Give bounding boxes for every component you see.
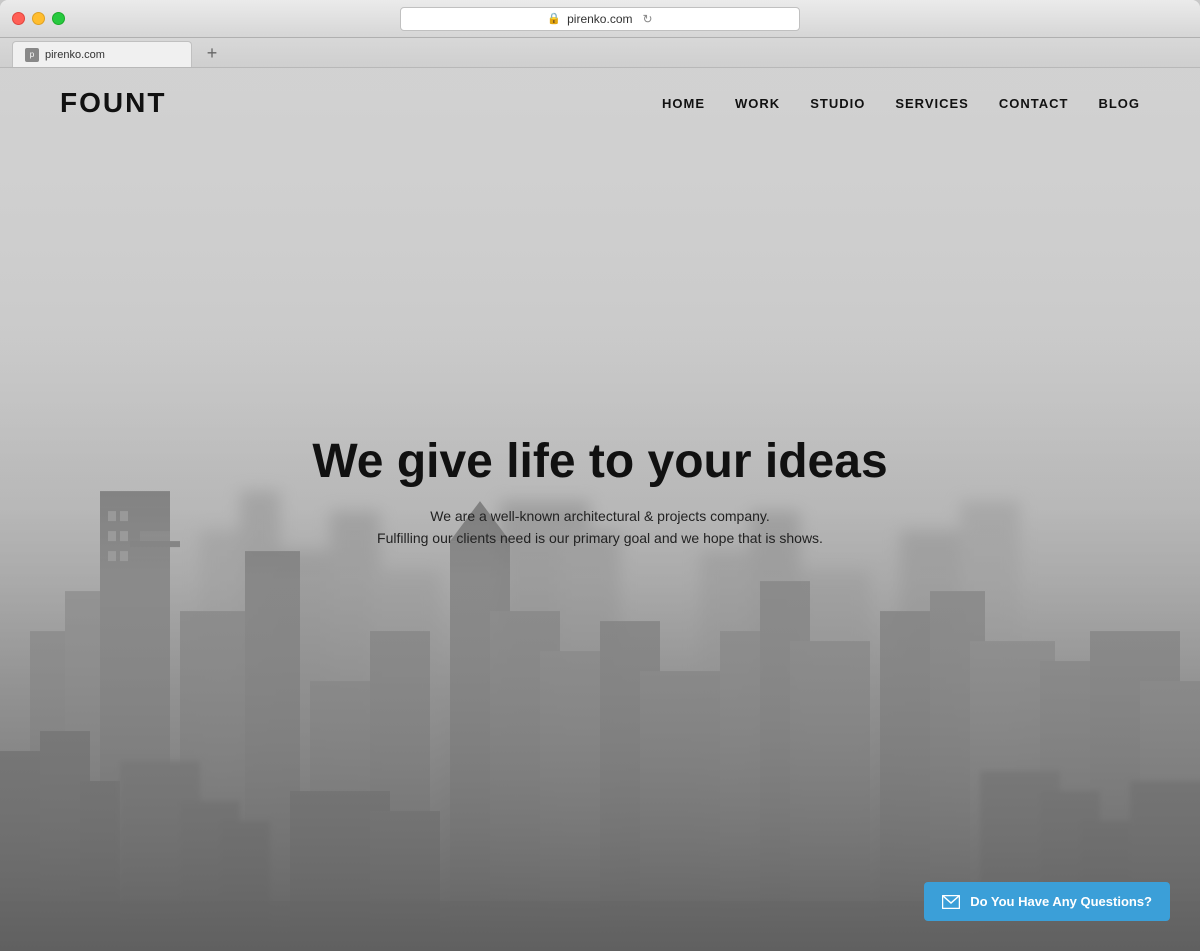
maximize-button[interactable] — [52, 12, 65, 25]
lock-icon: 🔒 — [547, 12, 561, 25]
cta-label: Do You Have Any Questions? — [970, 894, 1152, 909]
nav-link-services[interactable]: SERVICES — [895, 96, 969, 111]
nav-link-home[interactable]: HOME — [662, 96, 705, 111]
url-text: pirenko.com — [567, 12, 632, 26]
hero-content: We give life to your ideas We are a well… — [312, 434, 887, 550]
hero-title: We give life to your ideas — [312, 434, 887, 489]
logo[interactable]: FOUNT — [60, 87, 166, 119]
nav-link-contact[interactable]: CONTACT — [999, 96, 1069, 111]
city-skyline — [0, 333, 1200, 951]
nav-link-blog[interactable]: BLOG — [1098, 96, 1140, 111]
navbar: FOUNT HOME WORK STUDIO SERVICES CONTACT … — [0, 68, 1200, 138]
tab-favicon: p — [25, 48, 39, 62]
nav-link-studio[interactable]: STUDIO — [810, 96, 865, 111]
traffic-lights — [12, 12, 65, 25]
nav-links: HOME WORK STUDIO SERVICES CONTACT BLOG — [662, 96, 1140, 111]
website-content: FOUNT HOME WORK STUDIO SERVICES CONTACT … — [0, 68, 1200, 951]
hero-subtitle-line2: Fulfilling our clients need is our prima… — [312, 527, 887, 549]
new-tab-button[interactable]: + — [200, 41, 224, 65]
nav-link-work[interactable]: WORK — [735, 96, 780, 111]
envelope-icon — [942, 895, 960, 909]
tab-bar: p pirenko.com + — [0, 38, 1200, 68]
tab-label: pirenko.com — [45, 49, 105, 61]
refresh-icon[interactable]: ↻ — [643, 12, 653, 26]
address-bar[interactable]: 🔒 pirenko.com ↻ — [400, 7, 800, 31]
hero-subtitle-line1: We are a well-known architectural & proj… — [312, 505, 887, 527]
minimize-button[interactable] — [32, 12, 45, 25]
browser-titlebar: 🔒 pirenko.com ↻ — [0, 0, 1200, 38]
close-button[interactable] — [12, 12, 25, 25]
browser-tab[interactable]: p pirenko.com — [12, 41, 192, 67]
cta-button[interactable]: Do You Have Any Questions? — [924, 882, 1170, 921]
